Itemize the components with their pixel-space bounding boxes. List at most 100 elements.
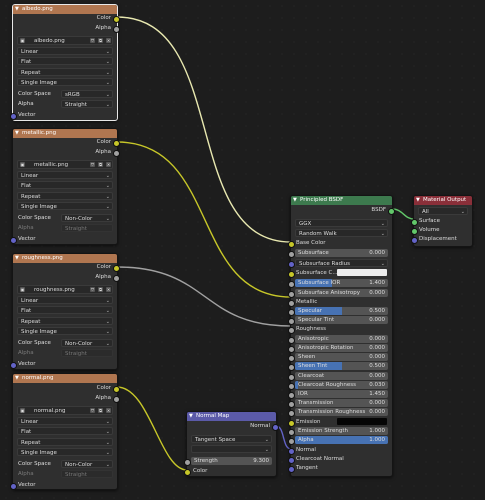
clearcoat-field[interactable]: Clearcoat 0.000 [295,372,388,380]
anisotropic-field[interactable]: Anisotropic 0.000 [295,335,388,343]
image-browse-icon[interactable]: ▣ [20,408,25,413]
image-texture-node-albedo[interactable]: ▼ albedo.png Color Alpha ▣ albedo.png ⛉ … [10,4,120,121]
unlink-icon[interactable]: ✕ [106,162,111,167]
projection-dropdown[interactable]: Flat ⌄ [17,427,113,435]
input-subsurface-radius-socket[interactable] [288,261,295,268]
output-color-socket[interactable] [113,140,120,147]
output-alpha-socket[interactable] [113,26,120,33]
image-texture-node-roughness[interactable]: ▼ roughness.png Color Alpha ▣ roughness.… [10,253,120,370]
input-vector-socket[interactable] [10,237,17,244]
transmission-field[interactable]: Transmission 0.000 [295,399,388,407]
extension-dropdown[interactable]: Repeat ⌄ [17,438,113,446]
output-alpha-socket[interactable] [113,150,120,157]
space-dropdown[interactable]: Tangent Space ⌄ [191,435,272,443]
input-transmission-socket[interactable] [288,401,295,408]
image-selector[interactable]: ▣ roughness.png ⛉ ⧉ ✕ [17,285,113,294]
node-header[interactable]: ▼ roughness.png [13,254,117,263]
output-normal-socket[interactable] [272,424,279,431]
input-clearcoat-roughness-socket[interactable] [288,383,295,390]
image-selector[interactable]: ▣ normal.png ⛉ ⧉ ✕ [17,406,113,415]
input-subsurface-socket[interactable] [288,251,295,258]
input-base-color-socket[interactable] [288,241,295,248]
extension-dropdown[interactable]: Repeat ⌄ [17,317,113,325]
input-alpha-socket[interactable] [288,438,295,445]
subsurface-method-dropdown[interactable]: Random Walk ⌄ [295,229,388,237]
input-specular-socket[interactable] [288,309,295,316]
new-image-icon[interactable]: ⧉ [98,162,103,167]
ior-field[interactable]: IOR 1.450 [295,390,388,398]
normal-map-node[interactable]: ▼ Normal Map Normal Tangent Space ⌄ ⌄ Str… [184,411,279,477]
input-emission-strength-socket[interactable] [288,429,295,436]
unlink-icon[interactable]: ✕ [106,408,111,413]
input-metallic-socket[interactable] [288,300,295,307]
projection-dropdown[interactable]: Flat ⌄ [17,181,113,189]
fake-user-icon[interactable]: ⛉ [90,287,95,292]
input-tangent-socket[interactable] [288,466,295,473]
input-vector-socket[interactable] [10,113,17,120]
input-vector-socket[interactable] [10,483,17,490]
output-alpha-socket[interactable] [113,396,120,403]
clearcoat-roughness-field[interactable]: Clearcoat Roughness 0.030 [295,381,388,389]
collapse-chevron-icon[interactable]: ▼ [293,196,297,205]
collapse-chevron-icon[interactable]: ▼ [15,5,19,14]
new-image-icon[interactable]: ⧉ [98,287,103,292]
transmission-roughness-field[interactable]: Transmission Roughness 0.000 [295,408,388,416]
input-strength-socket[interactable] [184,459,191,466]
specular-field[interactable]: Specular 0.500 [295,307,388,315]
image-texture-node-metallic[interactable]: ▼ metallic.png Color Alpha ▣ metallic.pn… [10,128,120,245]
emission-strength-field[interactable]: Emission Strength 1.000 [295,427,388,435]
output-color-socket[interactable] [113,265,120,272]
collapse-chevron-icon[interactable]: ▼ [15,254,19,263]
input-anisotropic-socket[interactable] [288,337,295,344]
collapse-chevron-icon[interactable]: ▼ [15,374,19,383]
input-clearcoat-socket[interactable] [288,374,295,381]
sheen-field[interactable]: Sheen 0.000 [295,353,388,361]
source-dropdown[interactable]: Single Image ⌄ [17,448,113,456]
material-output-node[interactable]: ▼ Material Output All ⌄ Surface Volume Di… [411,195,473,247]
input-subsurface-ior-socket[interactable] [288,281,295,288]
input-color-socket[interactable] [184,469,191,476]
collapse-chevron-icon[interactable]: ▼ [15,129,19,138]
projection-dropdown[interactable]: Flat ⌄ [17,306,113,314]
image-browse-icon[interactable]: ▣ [20,38,25,43]
subsurface-color-swatch[interactable] [337,269,387,276]
node-header[interactable]: ▼ Principled BSDF [291,196,392,205]
node-header[interactable]: ▼ Material Output [414,196,472,205]
fake-user-icon[interactable]: ⛉ [90,162,95,167]
image-selector[interactable]: ▣ albedo.png ⛉ ⧉ ✕ [17,36,113,45]
image-browse-icon[interactable]: ▣ [20,287,25,292]
projection-dropdown[interactable]: Flat ⌄ [17,57,113,65]
interpolation-dropdown[interactable]: Linear ⌄ [17,417,113,425]
emission-color-swatch[interactable] [337,418,387,425]
node-header[interactable]: ▼ normal.png [13,374,117,383]
strength-field[interactable]: Strength 9.300 [191,457,272,465]
specular-tint-field[interactable]: Specular Tint 0.000 [295,316,388,324]
node-header[interactable]: ▼ Normal Map [187,412,276,421]
subsurface-anisotropy-field[interactable]: Subsurface Anisotropy 0.000 [295,289,388,297]
sheen-tint-field[interactable]: Sheen Tint 0.500 [295,362,388,370]
input-volume-socket[interactable] [411,228,418,235]
new-image-icon[interactable]: ⧉ [98,38,103,43]
extension-dropdown[interactable]: Repeat ⌄ [17,68,113,76]
input-normal-socket[interactable] [288,448,295,455]
fake-user-icon[interactable]: ⛉ [90,408,95,413]
input-sheen-socket[interactable] [288,355,295,362]
extension-dropdown[interactable]: Repeat ⌄ [17,192,113,200]
input-vector-socket[interactable] [10,362,17,369]
output-color-socket[interactable] [113,16,120,23]
input-roughness-socket[interactable] [288,327,295,334]
input-sheen-tint-socket[interactable] [288,364,295,371]
unlink-icon[interactable]: ✕ [106,38,111,43]
collapse-chevron-icon[interactable]: ▼ [189,412,193,421]
alpha-field[interactable]: Alpha 1.000 [295,436,388,444]
interpolation-dropdown[interactable]: Linear ⌄ [17,171,113,179]
subsurface-field[interactable]: Subsurface 0.000 [295,249,388,257]
new-image-icon[interactable]: ⧉ [98,408,103,413]
interpolation-dropdown[interactable]: Linear ⌄ [17,296,113,304]
unlink-icon[interactable]: ✕ [106,287,111,292]
distribution-dropdown[interactable]: GGX ⌄ [295,219,388,227]
subsurface-ior-field[interactable]: Subsurface IOR 1.400 [295,279,388,287]
output-color-socket[interactable] [113,386,120,393]
input-subsurface-color-socket[interactable] [288,271,295,278]
output-alpha-socket[interactable] [113,275,120,282]
